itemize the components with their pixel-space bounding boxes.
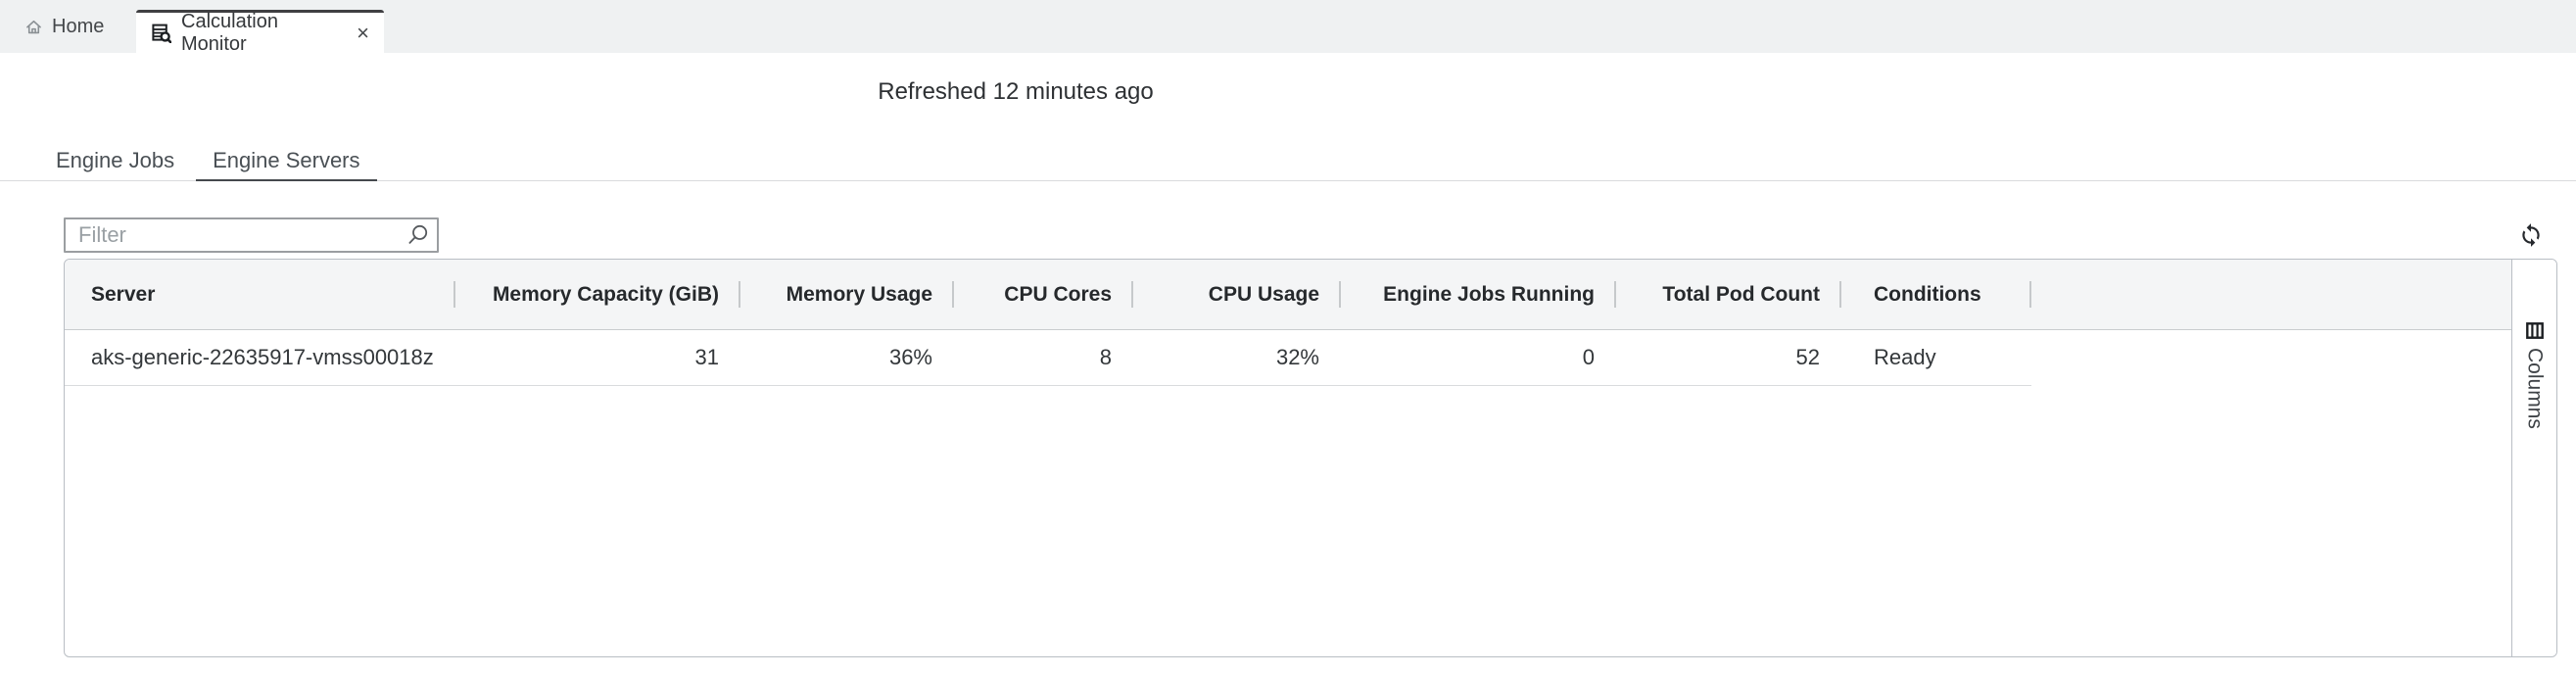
columns-panel-toggle[interactable]: Columns <box>2511 260 2556 656</box>
table-search-icon <box>152 24 171 43</box>
cell-cpu-usage: 32% <box>1275 345 1319 369</box>
engine-servers-panel: Server Memory Capacity (GiB) Memory Usag… <box>64 259 2557 657</box>
home-tab-label: Home <box>52 15 105 37</box>
home-icon <box>25 19 42 35</box>
columns-panel-label: Columns <box>2523 348 2547 429</box>
filter-input[interactable] <box>64 217 439 253</box>
tab-engine-jobs[interactable]: Engine Jobs <box>39 140 191 180</box>
column-header-engine-jobs-running[interactable]: Engine Jobs Running <box>1341 260 1616 329</box>
refreshed-status: Refreshed 12 minutes ago <box>878 78 1154 105</box>
tab-home[interactable]: Home <box>12 0 118 53</box>
window-tab-bar: Home Calculation Monitor × <box>0 0 2576 55</box>
columns-icon <box>2525 322 2544 339</box>
cell-conditions: Ready <box>1874 345 1936 369</box>
doc-tab-label: Calculation Monitor <box>181 10 278 55</box>
calculation-monitor-page: Home Calculation Monitor × Refreshed 12 … <box>0 0 2576 675</box>
table-row[interactable]: aks-generic-22635917-vmss00018z 31 36% 8… <box>65 330 2031 386</box>
refresh-icon <box>2518 222 2544 248</box>
column-header-memory-usage[interactable]: Memory Usage <box>740 260 954 329</box>
engine-servers-table: Server Memory Capacity (GiB) Memory Usag… <box>65 260 2511 656</box>
cell-server: aks-generic-22635917-vmss00018z <box>91 345 434 369</box>
view-tab-bar: Engine Jobs Engine Servers <box>0 140 2576 181</box>
tab-calculation-monitor[interactable]: Calculation Monitor × <box>136 10 384 55</box>
refresh-button[interactable] <box>2514 218 2548 252</box>
cell-total-pod-count: 52 <box>1795 345 1820 369</box>
filter-field <box>64 217 439 253</box>
cell-engine-jobs-running: 0 <box>1582 345 1595 369</box>
column-header-cpu-usage[interactable]: CPU Usage <box>1133 260 1341 329</box>
cell-cpu-cores: 8 <box>1099 345 1112 369</box>
close-icon[interactable]: × <box>355 22 371 44</box>
table-header-row: Server Memory Capacity (GiB) Memory Usag… <box>65 260 2511 330</box>
column-header-server[interactable]: Server <box>65 260 455 329</box>
column-header-total-pod-count[interactable]: Total Pod Count <box>1616 260 1841 329</box>
column-header-conditions[interactable]: Conditions <box>1841 260 2031 329</box>
column-header-cpu-cores[interactable]: CPU Cores <box>954 260 1133 329</box>
cell-memory-capacity: 31 <box>694 345 719 369</box>
column-header-memory-capacity[interactable]: Memory Capacity (GiB) <box>455 260 740 329</box>
tab-engine-servers[interactable]: Engine Servers <box>196 140 377 181</box>
cell-memory-usage: 36% <box>888 345 932 369</box>
